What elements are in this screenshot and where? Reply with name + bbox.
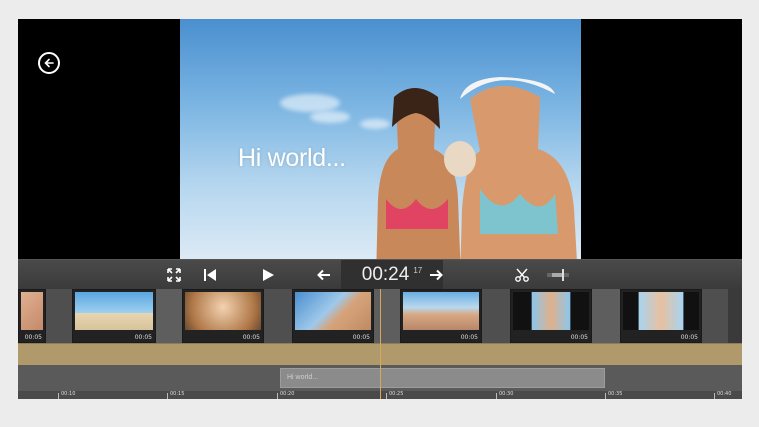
skip-to-start-icon[interactable]	[202, 267, 218, 283]
clip-duration: 00:05	[680, 334, 698, 341]
title-clip[interactable]: Hi world...	[280, 368, 605, 388]
preview-area: Hi world...	[18, 19, 742, 259]
clip-thumbnail[interactable]: 00:05	[510, 289, 592, 343]
clip-duration: 00:05	[134, 334, 152, 341]
play-icon[interactable]	[260, 267, 276, 283]
ruler-label: 00:35	[608, 391, 623, 397]
clip-thumbnail[interactable]: 00:05	[18, 289, 46, 343]
ruler-label: 00:10	[61, 391, 76, 397]
clip-thumbnail[interactable]: 00:05	[182, 289, 264, 343]
back-button[interactable]	[38, 52, 60, 74]
ruler-label: 00:15	[170, 391, 185, 397]
clip-thumbnail[interactable]: 00:05	[620, 289, 702, 343]
clip-duration: 00:05	[460, 334, 478, 341]
timecode-frames: 17	[413, 266, 423, 275]
ruler-label: 00:25	[389, 391, 404, 397]
playback-controls: 00:24 17	[18, 259, 742, 290]
scissors-icon[interactable]	[514, 267, 530, 283]
clip-duration: 00:05	[570, 334, 588, 341]
clip-thumbnail[interactable]: 00:05	[292, 289, 374, 343]
trim-icon[interactable]	[546, 267, 570, 283]
ruler-label: 00:20	[280, 391, 295, 397]
arrow-left-icon[interactable]	[316, 267, 332, 283]
fullscreen-icon[interactable]	[166, 267, 182, 283]
overlay-caption: Hi world...	[238, 144, 346, 172]
playhead[interactable]	[380, 289, 381, 399]
timecode-main: 00:24	[361, 264, 410, 285]
person-figure	[444, 77, 577, 259]
video-editor: Hi world... 00:24 17 00:05 00:05 00:05 0…	[18, 19, 742, 399]
preview-photo: Hi world...	[180, 19, 581, 259]
clip-duration: 00:05	[352, 334, 370, 341]
clip-duration: 00:05	[24, 334, 42, 341]
clip-duration: 00:05	[242, 334, 260, 341]
arrow-right-icon[interactable]	[428, 267, 444, 283]
clip-thumbnail[interactable]: 00:05	[400, 289, 482, 343]
ruler-label: 00:40	[717, 391, 732, 397]
clip-thumbnail[interactable]: 00:05	[72, 289, 156, 343]
arrow-left-icon	[44, 58, 54, 68]
ruler-label: 00:30	[499, 391, 514, 397]
